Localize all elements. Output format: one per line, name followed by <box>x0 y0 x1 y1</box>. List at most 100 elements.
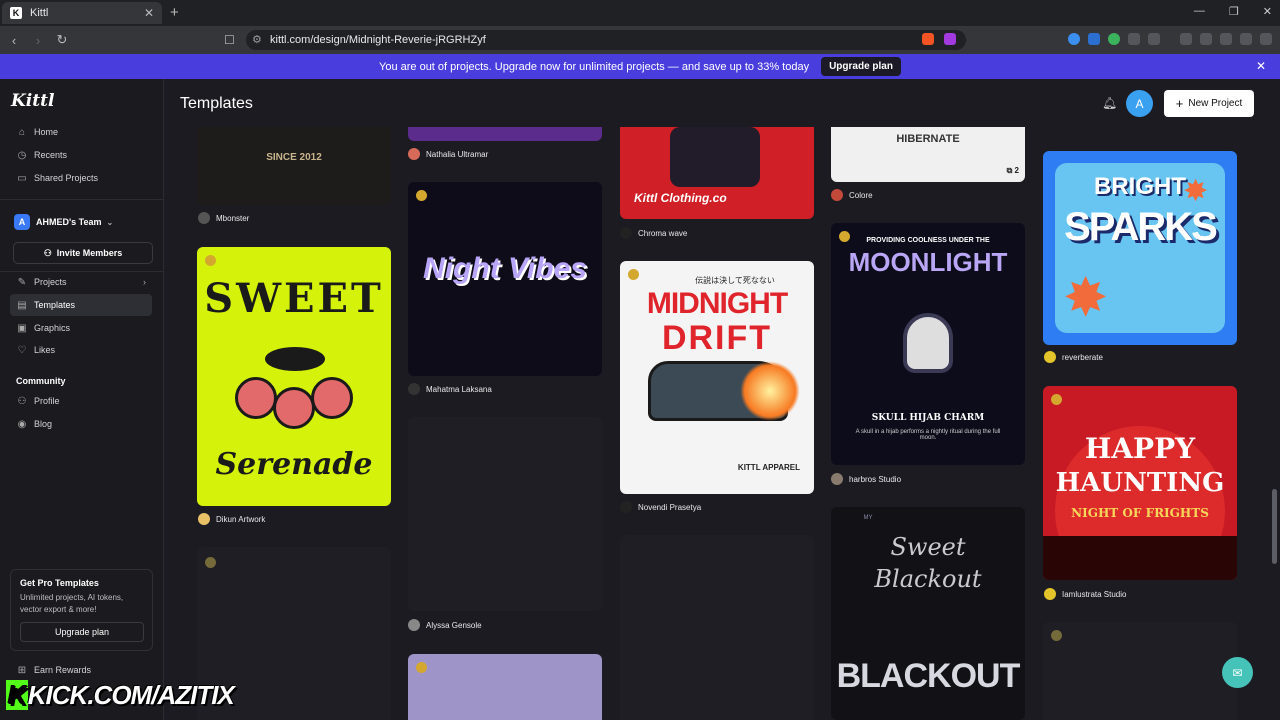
template-card[interactable] <box>408 127 602 141</box>
brave-rewards-icon[interactable] <box>944 33 956 45</box>
sidebar-item-label: Templates <box>34 300 76 310</box>
rss-icon: ◉ <box>17 418 27 430</box>
template-author[interactable]: Colore <box>831 189 873 201</box>
new-project-label: New Project <box>1188 98 1243 109</box>
site-settings-icon[interactable]: ⚙ <box>252 33 262 46</box>
template-card-loading[interactable] <box>408 417 602 611</box>
sidebar-item-shared-projects[interactable]: ▭ Shared Projects <box>10 167 152 189</box>
page-scrollbar[interactable] <box>1270 79 1280 720</box>
template-author[interactable]: Iamlustrata Studio <box>1044 588 1126 600</box>
sidebar-item-home[interactable]: ⌂ Home <box>10 121 152 143</box>
sidebar-item-blog[interactable]: ◉ Blog <box>10 413 152 435</box>
template-card[interactable]: MY Sweet Blackout BLACKOUT <box>831 507 1025 720</box>
author-name: Mbonster <box>216 213 250 223</box>
template-author[interactable]: Dikun Artwork <box>198 513 265 525</box>
template-author[interactable]: Mahatma Laksana <box>408 383 492 395</box>
sidebar-upgrade-button[interactable]: Upgrade plan <box>20 622 144 642</box>
close-window-icon[interactable]: ✕ <box>1263 5 1272 18</box>
template-author[interactable]: harbros Studio <box>831 473 901 485</box>
author-name: Colore <box>849 190 873 200</box>
template-card[interactable]: SWEET Serenade <box>197 247 391 506</box>
template-author[interactable]: Alyssa Gensole <box>408 619 482 631</box>
template-card[interactable]: Night Vibes <box>408 182 602 376</box>
template-card-loading[interactable] <box>1043 622 1237 720</box>
minimize-icon[interactable]: — <box>1194 5 1205 18</box>
restore-icon[interactable]: ❐ <box>1229 5 1239 18</box>
sidebar-item-label: Recents <box>34 150 68 160</box>
pro-badge-icon <box>416 662 427 673</box>
sidebar: Kittl ⌂ Home ◷ Recents ▭ Shared Projects A … <box>0 79 164 720</box>
new-project-button[interactable]: + New Project <box>1164 90 1254 117</box>
invite-members-button[interactable]: ⚇ Invite Members <box>13 242 153 264</box>
pro-badge-icon <box>416 190 427 201</box>
kittl-logo[interactable]: Kittl <box>11 91 54 111</box>
wallet-icon[interactable] <box>1200 33 1212 45</box>
forward-icon[interactable]: › <box>28 33 48 48</box>
vpn-shield-icon[interactable] <box>1240 33 1252 45</box>
author-name: Alyssa Gensole <box>426 620 482 630</box>
sidebar-item-label: Blog <box>34 419 53 429</box>
team-switcher[interactable]: A AHMED's Team ⌄ <box>14 214 113 230</box>
notification-bell-icon[interactable]: 🔔︎ <box>1102 96 1117 110</box>
window-controls: — ❐ ✕ <box>1194 5 1272 18</box>
template-author[interactable]: Chroma wave <box>620 227 687 239</box>
poster-title: MOONLIGHT <box>848 247 1008 277</box>
pumpkins-illustration <box>1043 536 1237 580</box>
menu-icon[interactable] <box>1260 33 1272 45</box>
sidebar-toggle-icon[interactable] <box>1180 33 1192 45</box>
poster-art: SINCE 2012 <box>266 152 322 163</box>
sidebar-item-projects[interactable]: ✎ Projects › <box>10 271 152 293</box>
brave-shield-icon[interactable] <box>922 33 934 45</box>
template-card[interactable]: BRIGHT SPARKS ✸ ✸ <box>1043 151 1237 345</box>
banner-upgrade-button[interactable]: Upgrade plan <box>821 57 901 76</box>
close-tab-icon[interactable]: ✕ <box>144 6 154 20</box>
close-banner-icon[interactable]: ✕ <box>1256 59 1266 73</box>
template-card[interactable]: SINCE 2012 <box>197 127 391 205</box>
new-tab-icon[interactable]: + <box>170 4 179 21</box>
extension-u-icon[interactable] <box>1088 33 1100 45</box>
template-author[interactable]: Nathalia Ultramar <box>408 148 488 160</box>
leo-ai-icon[interactable] <box>1220 33 1232 45</box>
author-avatar <box>620 501 632 513</box>
chat-support-icon[interactable]: ✉ <box>1222 657 1253 688</box>
chevron-right-icon: › <box>143 277 146 287</box>
author-name: Chroma wave <box>638 228 688 238</box>
sidebar-item-profile[interactable]: ⚇ Profile <box>10 390 152 412</box>
template-card[interactable]: HIBERNATE ⧉ 2 <box>831 127 1025 182</box>
template-card[interactable]: PROVIDING COOLNESS UNDER THE MOONLIGHT S… <box>831 223 1025 465</box>
extensions-puzzle-icon[interactable] <box>1128 33 1140 45</box>
layers-icon: ⧉ <box>1006 166 1015 175</box>
extension-green-icon[interactable] <box>1108 33 1120 45</box>
sidebar-item-recents[interactable]: ◷ Recents <box>10 144 152 166</box>
address-bar[interactable]: ⚙ kittl.com/design/Midnight-Reverie-jRGR… <box>246 30 966 50</box>
poster-subtitle: DRIFT <box>661 319 773 357</box>
watermark-text: KICK.COM/AZITIX <box>27 680 235 710</box>
clock-icon: ◷ <box>17 149 27 161</box>
stream-watermark: KKICK.COM/AZITIX <box>6 680 235 711</box>
template-card[interactable]: 伝説は決して死なない MIDNIGHT DRIFT KITTL APPAREL <box>620 261 814 494</box>
back-icon[interactable]: ‹ <box>4 33 24 48</box>
browser-tab[interactable]: K Kittl ✕ <box>2 2 162 24</box>
user-avatar[interactable]: A <box>1126 90 1153 117</box>
scrollbar-thumb[interactable] <box>1272 489 1277 564</box>
reading-list-icon[interactable] <box>1148 33 1160 45</box>
template-card[interactable]: HAPPY HAUNTING NIGHT OF FRIGHTS <box>1043 386 1237 580</box>
sidebar-item-graphics[interactable]: ▣ Graphics <box>10 317 152 339</box>
extension-blue-icon[interactable] <box>1068 33 1080 45</box>
template-author[interactable]: Mbonster <box>198 212 249 224</box>
template-card[interactable]: Kittl Clothing.co <box>620 127 814 219</box>
template-author[interactable]: reverberate <box>1044 351 1103 363</box>
pro-badge-icon <box>1051 630 1062 641</box>
bookmark-icon[interactable]: ☐ <box>224 33 235 47</box>
pro-badge-icon <box>1051 394 1062 405</box>
template-card[interactable] <box>408 654 602 720</box>
poster-title: SWEET <box>204 275 384 322</box>
sidebar-item-templates[interactable]: ▤ Templates <box>10 294 152 316</box>
template-card-loading[interactable] <box>620 535 814 720</box>
template-author[interactable]: Novendi Prasetya <box>620 501 701 513</box>
sidebar-item-likes[interactable]: ♡ Likes <box>10 339 152 361</box>
poster-title: HAPPY <box>1084 432 1196 465</box>
author-avatar <box>408 619 420 631</box>
reload-icon[interactable]: ↻ <box>52 32 72 48</box>
sidebar-item-earn-rewards[interactable]: ⊞ Earn Rewards <box>10 659 152 681</box>
